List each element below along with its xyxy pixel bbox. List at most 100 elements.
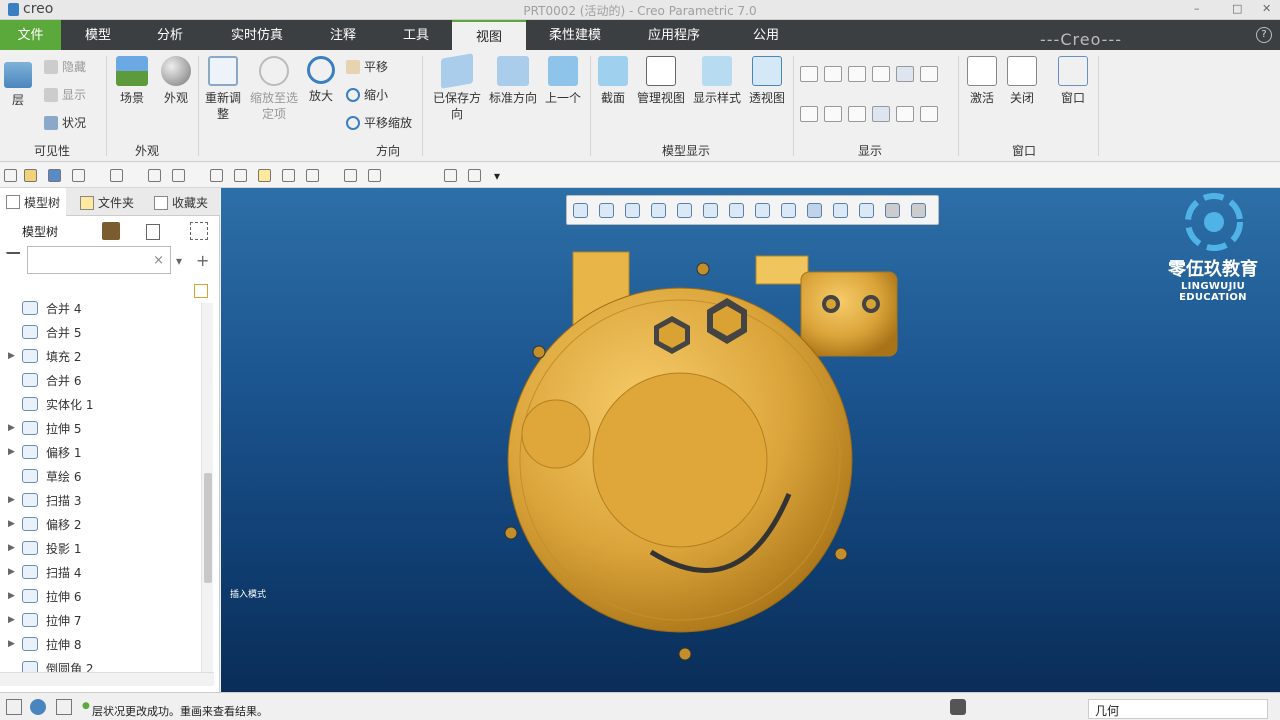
zoom-selected-button[interactable]: 缩放至选定项 — [248, 56, 300, 122]
close-window-button[interactable]: 关闭 — [1004, 56, 1040, 106]
expand-arrow-icon[interactable]: ▶ — [8, 495, 22, 505]
tree-item[interactable]: ▶ 投影 1 — [0, 536, 200, 560]
tab-folder[interactable]: 文件夹 — [80, 194, 134, 211]
tab-tools[interactable]: 工具 — [388, 20, 444, 50]
minimize-button[interactable]: – — [1194, 2, 1200, 15]
tab-flex-modeling[interactable]: 柔性建模 — [538, 20, 612, 50]
add-icon[interactable]: + — [196, 251, 209, 270]
tab-model[interactable]: 模型 — [70, 20, 126, 50]
point-tag-icon[interactable] — [848, 106, 866, 122]
selection-filter[interactable]: 几何 — [1088, 699, 1268, 719]
tab-view[interactable]: 视图 — [452, 20, 526, 50]
filter-text-field[interactable] — [32, 247, 152, 271]
tab-utilities[interactable]: 公用 — [738, 20, 794, 50]
tab-applications[interactable]: 应用程序 — [636, 20, 712, 50]
tag-display-icon[interactable] — [896, 66, 914, 82]
ok-check-icon[interactable] — [444, 169, 457, 182]
spin-center-icon[interactable] — [896, 106, 914, 122]
previous-view-button[interactable]: 上一个 — [542, 56, 584, 106]
open-file-icon[interactable] — [24, 169, 37, 182]
datum-plane-display-icon[interactable] — [800, 66, 818, 82]
tree-item[interactable]: ▶ 偏移 2 — [0, 512, 200, 536]
settings-icon[interactable] — [102, 222, 120, 240]
tree-item[interactable]: 合并 5 — [0, 320, 200, 344]
select-box-icon[interactable] — [368, 169, 381, 182]
tab-simulation[interactable]: 实时仿真 — [220, 20, 294, 50]
filter-dropdown-icon[interactable]: ▾ — [176, 254, 182, 268]
close-button[interactable]: ✕ — [1262, 2, 1271, 15]
show-icon[interactable] — [146, 224, 160, 240]
axis-tag-icon[interactable] — [824, 106, 842, 122]
expand-arrow-icon[interactable]: ▶ — [8, 543, 22, 553]
show-button[interactable]: 显示 — [44, 86, 86, 103]
section-button[interactable]: 截面 — [596, 56, 630, 106]
expand-arrow-icon[interactable]: ▶ — [8, 423, 22, 433]
tab-annotate[interactable]: 注释 — [315, 20, 371, 50]
display-style-button[interactable]: 显示样式 — [690, 56, 744, 106]
new-file-icon[interactable] — [4, 169, 17, 182]
tree-item[interactable]: 合并 4 — [0, 296, 200, 320]
redo-icon[interactable] — [110, 169, 123, 182]
orient-icon[interactable] — [306, 169, 319, 182]
status-button[interactable]: 状况 — [44, 114, 86, 131]
csys-tag-icon[interactable] — [872, 106, 890, 122]
undo-icon[interactable] — [72, 169, 85, 182]
help-icon[interactable]: ? — [1256, 27, 1272, 43]
analysis-icon[interactable] — [468, 169, 481, 182]
tree-item[interactable]: 合并 6 — [0, 368, 200, 392]
tab-file[interactable]: 文件 — [0, 20, 61, 50]
plane-tag-icon[interactable] — [800, 106, 818, 122]
view-icon[interactable] — [282, 169, 295, 182]
perspective-button[interactable]: 透视图 — [746, 56, 788, 106]
expand-arrow-icon[interactable]: ▶ — [8, 519, 22, 529]
pan-button[interactable]: 平移 — [346, 58, 388, 75]
layer-button[interactable]: 层 — [2, 62, 34, 108]
expand-arrow-icon[interactable]: ▶ — [8, 615, 22, 625]
tree-item[interactable]: ▶ 拉伸 8 — [0, 632, 200, 656]
saved-orientation-button[interactable]: 已保存方向 — [430, 53, 484, 122]
tree-item[interactable]: 实体化 1 — [0, 392, 200, 416]
expand-arrow-icon[interactable]: ▶ — [8, 567, 22, 577]
tab-analysis[interactable]: 分析 — [142, 20, 198, 50]
activate-button[interactable]: 激活 — [964, 56, 1000, 106]
navigator-icon[interactable] — [6, 699, 22, 715]
columns-icon[interactable] — [190, 222, 208, 240]
tree-scrollbar[interactable] — [201, 303, 213, 673]
clear-filter-icon[interactable]: × — [153, 253, 164, 268]
graphics-viewport[interactable]: 零伍玖教育 LINGWUJIU EDUCATION 插入模式 — [221, 188, 1280, 692]
tree-item[interactable]: ▶ 拉伸 6 — [0, 584, 200, 608]
csys-display-icon[interactable] — [872, 66, 890, 82]
zoom-out-button[interactable]: 缩小 — [346, 86, 388, 103]
expand-arrow-icon[interactable]: ▶ — [8, 591, 22, 601]
csys-icon[interactable] — [234, 169, 247, 182]
window-button[interactable]: 窗口 — [1052, 56, 1094, 106]
fullscreen-icon[interactable] — [56, 699, 72, 715]
tree-filter-input[interactable]: × — [27, 246, 171, 274]
refit-button[interactable]: 重新调整 — [202, 56, 244, 122]
standard-orientation-button[interactable]: 标准方向 — [486, 56, 540, 106]
tree-item[interactable]: 草绘 6 — [0, 464, 200, 488]
appearance-button[interactable]: 外观 — [156, 56, 196, 106]
tree-item[interactable]: ▶ 扫描 4 — [0, 560, 200, 584]
zoom-in-button[interactable]: 放大 — [304, 56, 338, 104]
hide-button[interactable]: 隐藏 — [44, 58, 86, 75]
pan-zoom-button[interactable]: 平移缩放 — [346, 114, 412, 131]
expand-arrow-icon[interactable]: ▶ — [8, 351, 22, 361]
scene-button[interactable]: 场景 — [112, 56, 152, 106]
manage-views-button[interactable]: 管理视图 — [634, 56, 688, 106]
annotation-display-icon[interactable] — [920, 66, 938, 82]
find-icon[interactable] — [950, 699, 966, 715]
regenerate-icon[interactable] — [148, 169, 161, 182]
close-icon[interactable] — [210, 169, 223, 182]
browser-icon[interactable] — [30, 699, 46, 715]
tab-favorites[interactable]: 收藏夹 — [154, 194, 208, 211]
expand-arrow-icon[interactable]: ▶ — [8, 447, 22, 457]
tab-model-tree[interactable]: 模型树 — [0, 188, 67, 216]
save-icon[interactable] — [48, 169, 61, 182]
maximize-button[interactable]: □ — [1232, 2, 1242, 15]
part-model[interactable] — [221, 188, 1280, 692]
datum-axis-display-icon[interactable] — [824, 66, 842, 82]
tree-item[interactable]: ▶ 拉伸 5 — [0, 416, 200, 440]
scrollbar-thumb[interactable] — [204, 473, 212, 583]
tree-item[interactable]: ▶ 填充 2 — [0, 344, 200, 368]
